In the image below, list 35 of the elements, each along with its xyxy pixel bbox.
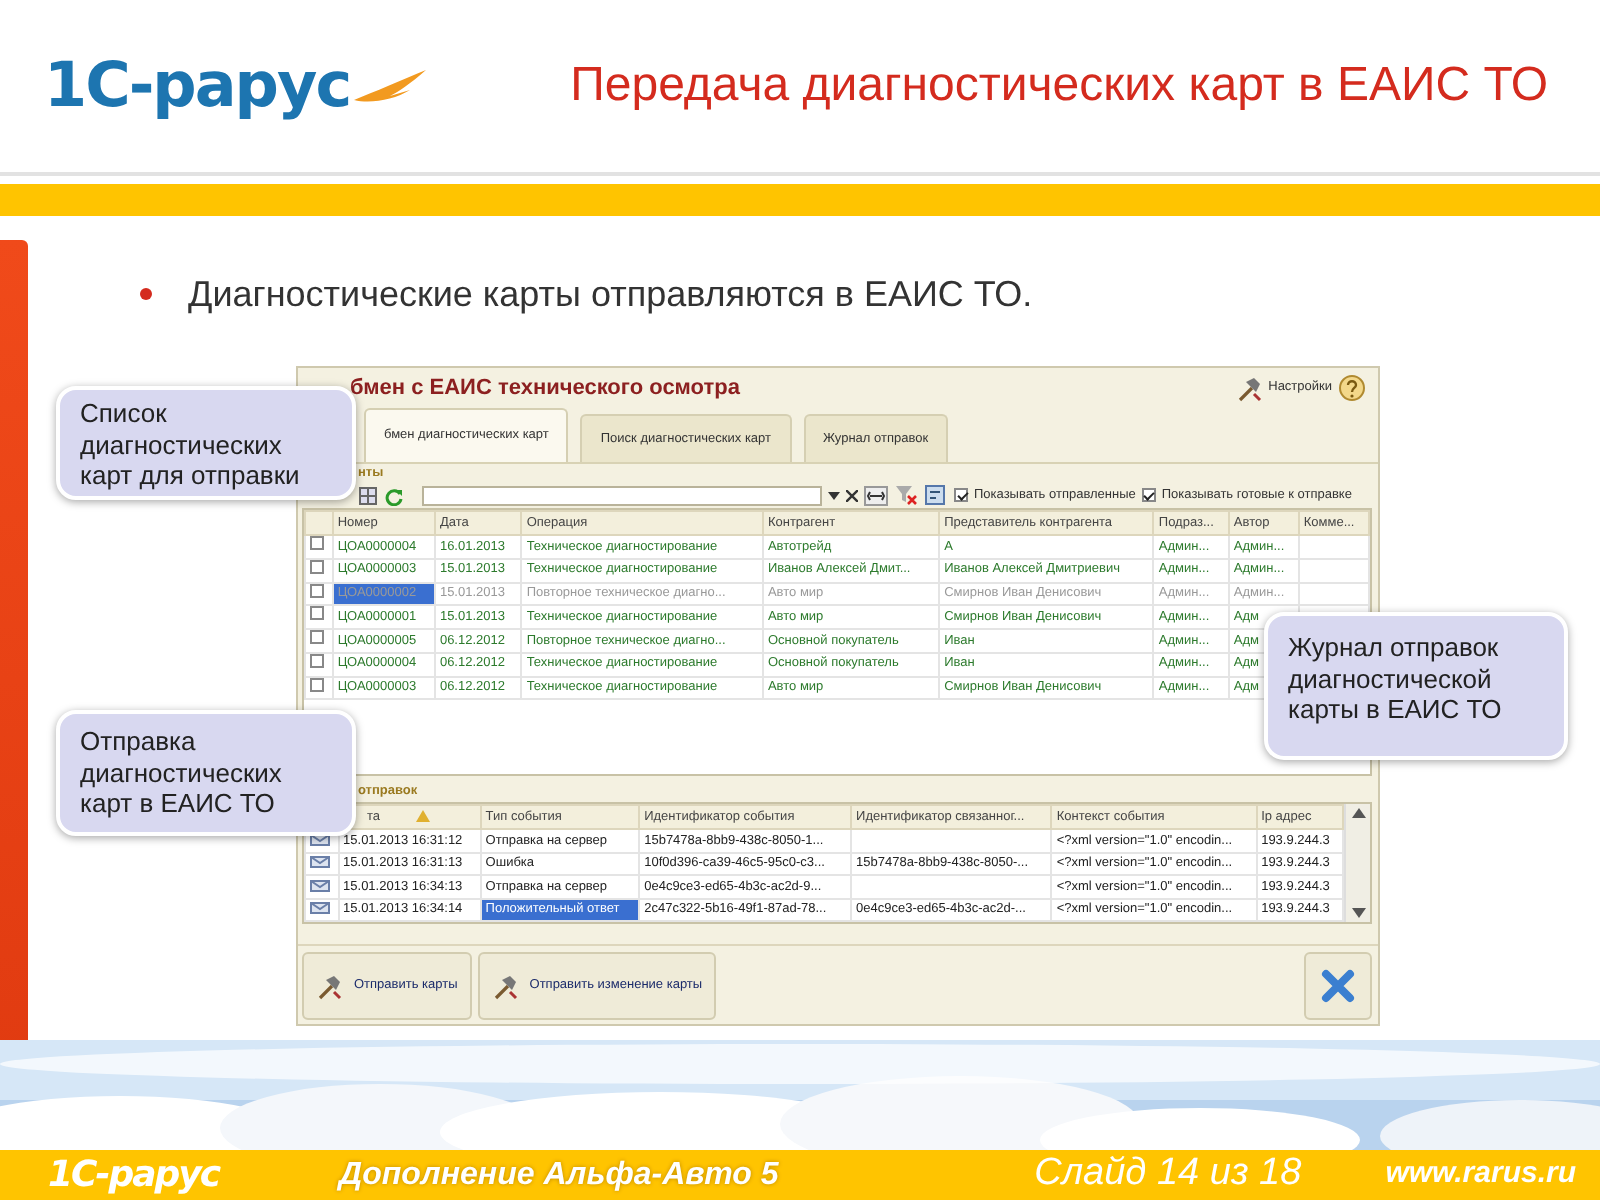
scrollbar[interactable] xyxy=(1344,804,1370,922)
footer-url: www.rarus.ru xyxy=(1385,1154,1576,1195)
checkbox[interactable] xyxy=(310,606,324,621)
footer-logo: 1С-рарус xyxy=(48,1152,220,1200)
checkbox[interactable] xyxy=(1141,488,1156,502)
callout: Отправка диагностических карт в ЕАИС ТО xyxy=(56,710,356,836)
sort-icon xyxy=(416,810,431,823)
footer-subtitle: Дополнение Альфа-Авто 5 xyxy=(339,1155,779,1195)
close-icon xyxy=(1320,968,1356,1004)
checkbox[interactable] xyxy=(954,488,968,502)
callout: Журнал отправок диагностической карты в ЕАИС ТО xyxy=(1264,612,1568,760)
slide-title: Передача диагностических карт в ЕАИС ТО xyxy=(570,56,1548,116)
bullet-text: Диагностические карты отправляются в ЕАИС ТО. xyxy=(188,271,1033,318)
envelope-icon xyxy=(310,879,330,892)
close-button[interactable] xyxy=(1304,952,1372,1020)
hammer-icon xyxy=(316,973,342,999)
bullet-icon xyxy=(140,288,152,300)
logo: 1С-рарус xyxy=(44,55,351,117)
checkbox[interactable] xyxy=(310,536,324,550)
help-icon[interactable] xyxy=(1338,374,1366,402)
close-icon[interactable] xyxy=(846,489,858,501)
columns-icon[interactable] xyxy=(358,485,378,505)
refresh-icon[interactable] xyxy=(384,485,404,505)
filter-clear-icon[interactable] xyxy=(894,484,918,506)
properties-icon[interactable] xyxy=(924,484,948,506)
search-field[interactable] xyxy=(422,485,822,505)
hammer-icon xyxy=(491,973,518,999)
slide-number: Слайд 14 из 18 xyxy=(1034,1150,1302,1199)
caret-icon[interactable] xyxy=(828,489,840,501)
scroll-down-icon[interactable] xyxy=(1351,908,1365,918)
scroll-up-icon[interactable] xyxy=(1351,808,1365,818)
link-icon[interactable] xyxy=(864,485,888,505)
window-title: бмен с ЕАИС технического осмотра xyxy=(350,373,740,404)
hammer-icon xyxy=(1236,375,1263,401)
checkbox[interactable] xyxy=(310,630,324,644)
